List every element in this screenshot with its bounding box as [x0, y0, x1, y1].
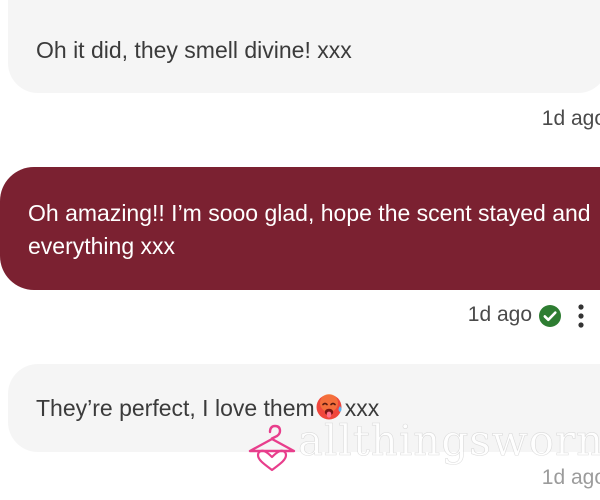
message-timestamp: 1d ago	[467, 303, 532, 326]
message-bubble-incoming[interactable]: Oh it did, they smell divine! xxx	[8, 0, 600, 93]
message-timestamp: 1d ago	[541, 107, 600, 130]
message-text-suffix: xxx	[344, 395, 380, 421]
chat-thread: Oh it did, they smell divine! xxx 1d ago…	[0, 0, 600, 500]
message-bubble-outgoing[interactable]: Oh amazing!! I’m sooo glad, hope the sce…	[0, 167, 600, 290]
hot-face-emoji-icon	[316, 394, 342, 420]
check-circle-icon	[539, 305, 561, 327]
message-text: Oh amazing!! I’m sooo glad, hope the sce…	[28, 200, 591, 259]
more-options-icon[interactable]	[576, 302, 586, 330]
hanger-heart-icon	[248, 424, 296, 472]
message-bubble-incoming[interactable]: They’re perfect, I love them xxx	[8, 364, 600, 452]
message-text: Oh it did, they smell divine! xxx	[36, 37, 352, 63]
message-timestamp: 1d ago	[541, 466, 600, 489]
